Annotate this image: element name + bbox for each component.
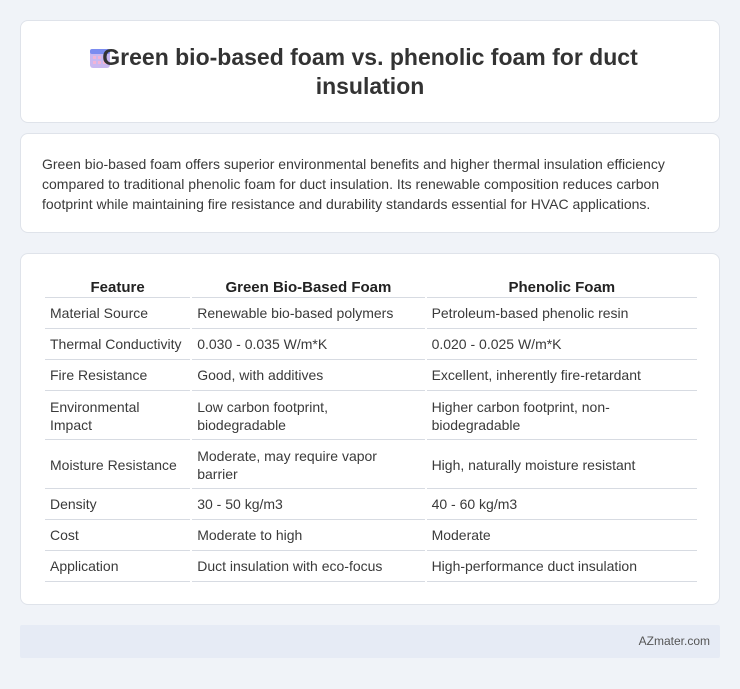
phenolic-foam-cell: Petroleum-based phenolic resin: [426, 298, 697, 329]
feature-cell: Cost: [45, 520, 191, 551]
phenolic-foam-cell: High, naturally moisture resistant: [426, 440, 697, 489]
table-row: Fire Resistance Good, with additives Exc…: [45, 360, 697, 391]
table-row: Environmental Impact Low carbon footprin…: [45, 391, 697, 440]
comparison-table: Feature Green Bio-Based Foam Phenolic Fo…: [43, 274, 699, 582]
intro-card: Green bio-based foam offers superior env…: [20, 133, 720, 233]
footer-brand: AZmater.com: [638, 634, 710, 648]
feature-cell: Thermal Conductivity: [45, 329, 191, 360]
feature-cell: Application: [45, 551, 191, 582]
phenolic-foam-cell: High-performance duct insulation: [426, 551, 697, 582]
green-foam-cell: Moderate to high: [192, 520, 425, 551]
green-foam-cell: Moderate, may require vapor barrier: [192, 440, 425, 489]
green-foam-cell: Good, with additives: [192, 360, 425, 391]
table-row: Density 30 - 50 kg/m3 40 - 60 kg/m3: [45, 489, 697, 520]
feature-cell: Material Source: [45, 298, 191, 329]
feature-cell: Moisture Resistance: [45, 440, 191, 489]
feature-cell: Fire Resistance: [45, 360, 191, 391]
green-foam-cell: 0.030 - 0.035 W/m*K: [192, 329, 425, 360]
feature-cell: Environmental Impact: [45, 391, 191, 440]
header-green-foam: Green Bio-Based Foam: [192, 274, 425, 298]
table-row: Application Duct insulation with eco-foc…: [45, 551, 697, 582]
feature-cell: Density: [45, 489, 191, 520]
table-row: Cost Moderate to high Moderate: [45, 520, 697, 551]
green-foam-cell: 30 - 50 kg/m3: [192, 489, 425, 520]
title-card: Green bio-based foam vs. phenolic foam f…: [20, 20, 720, 123]
phenolic-foam-cell: Moderate: [426, 520, 697, 551]
table-row: Moisture Resistance Moderate, may requir…: [45, 440, 697, 489]
footer: AZmater.com: [20, 625, 720, 658]
green-foam-cell: Low carbon footprint, biodegradable: [192, 391, 425, 440]
green-foam-cell: Duct insulation with eco-focus: [192, 551, 425, 582]
header-feature: Feature: [45, 274, 191, 298]
comparison-card: Feature Green Bio-Based Foam Phenolic Fo…: [20, 253, 720, 605]
phenolic-foam-cell: Higher carbon footprint, non-biodegradab…: [426, 391, 697, 440]
page-title: Green bio-based foam vs. phenolic foam f…: [102, 44, 638, 99]
table-header-row: Feature Green Bio-Based Foam Phenolic Fo…: [45, 274, 697, 298]
table-row: Thermal Conductivity 0.030 - 0.035 W/m*K…: [45, 329, 697, 360]
intro-text: Green bio-based foam offers superior env…: [42, 156, 665, 212]
table-row: Material Source Renewable bio-based poly…: [45, 298, 697, 329]
green-foam-cell: Renewable bio-based polymers: [192, 298, 425, 329]
phenolic-foam-cell: Excellent, inherently fire-retardant: [426, 360, 697, 391]
header-phenolic-foam: Phenolic Foam: [426, 274, 697, 298]
phenolic-foam-cell: 40 - 60 kg/m3: [426, 489, 697, 520]
phenolic-foam-cell: 0.020 - 0.025 W/m*K: [426, 329, 697, 360]
